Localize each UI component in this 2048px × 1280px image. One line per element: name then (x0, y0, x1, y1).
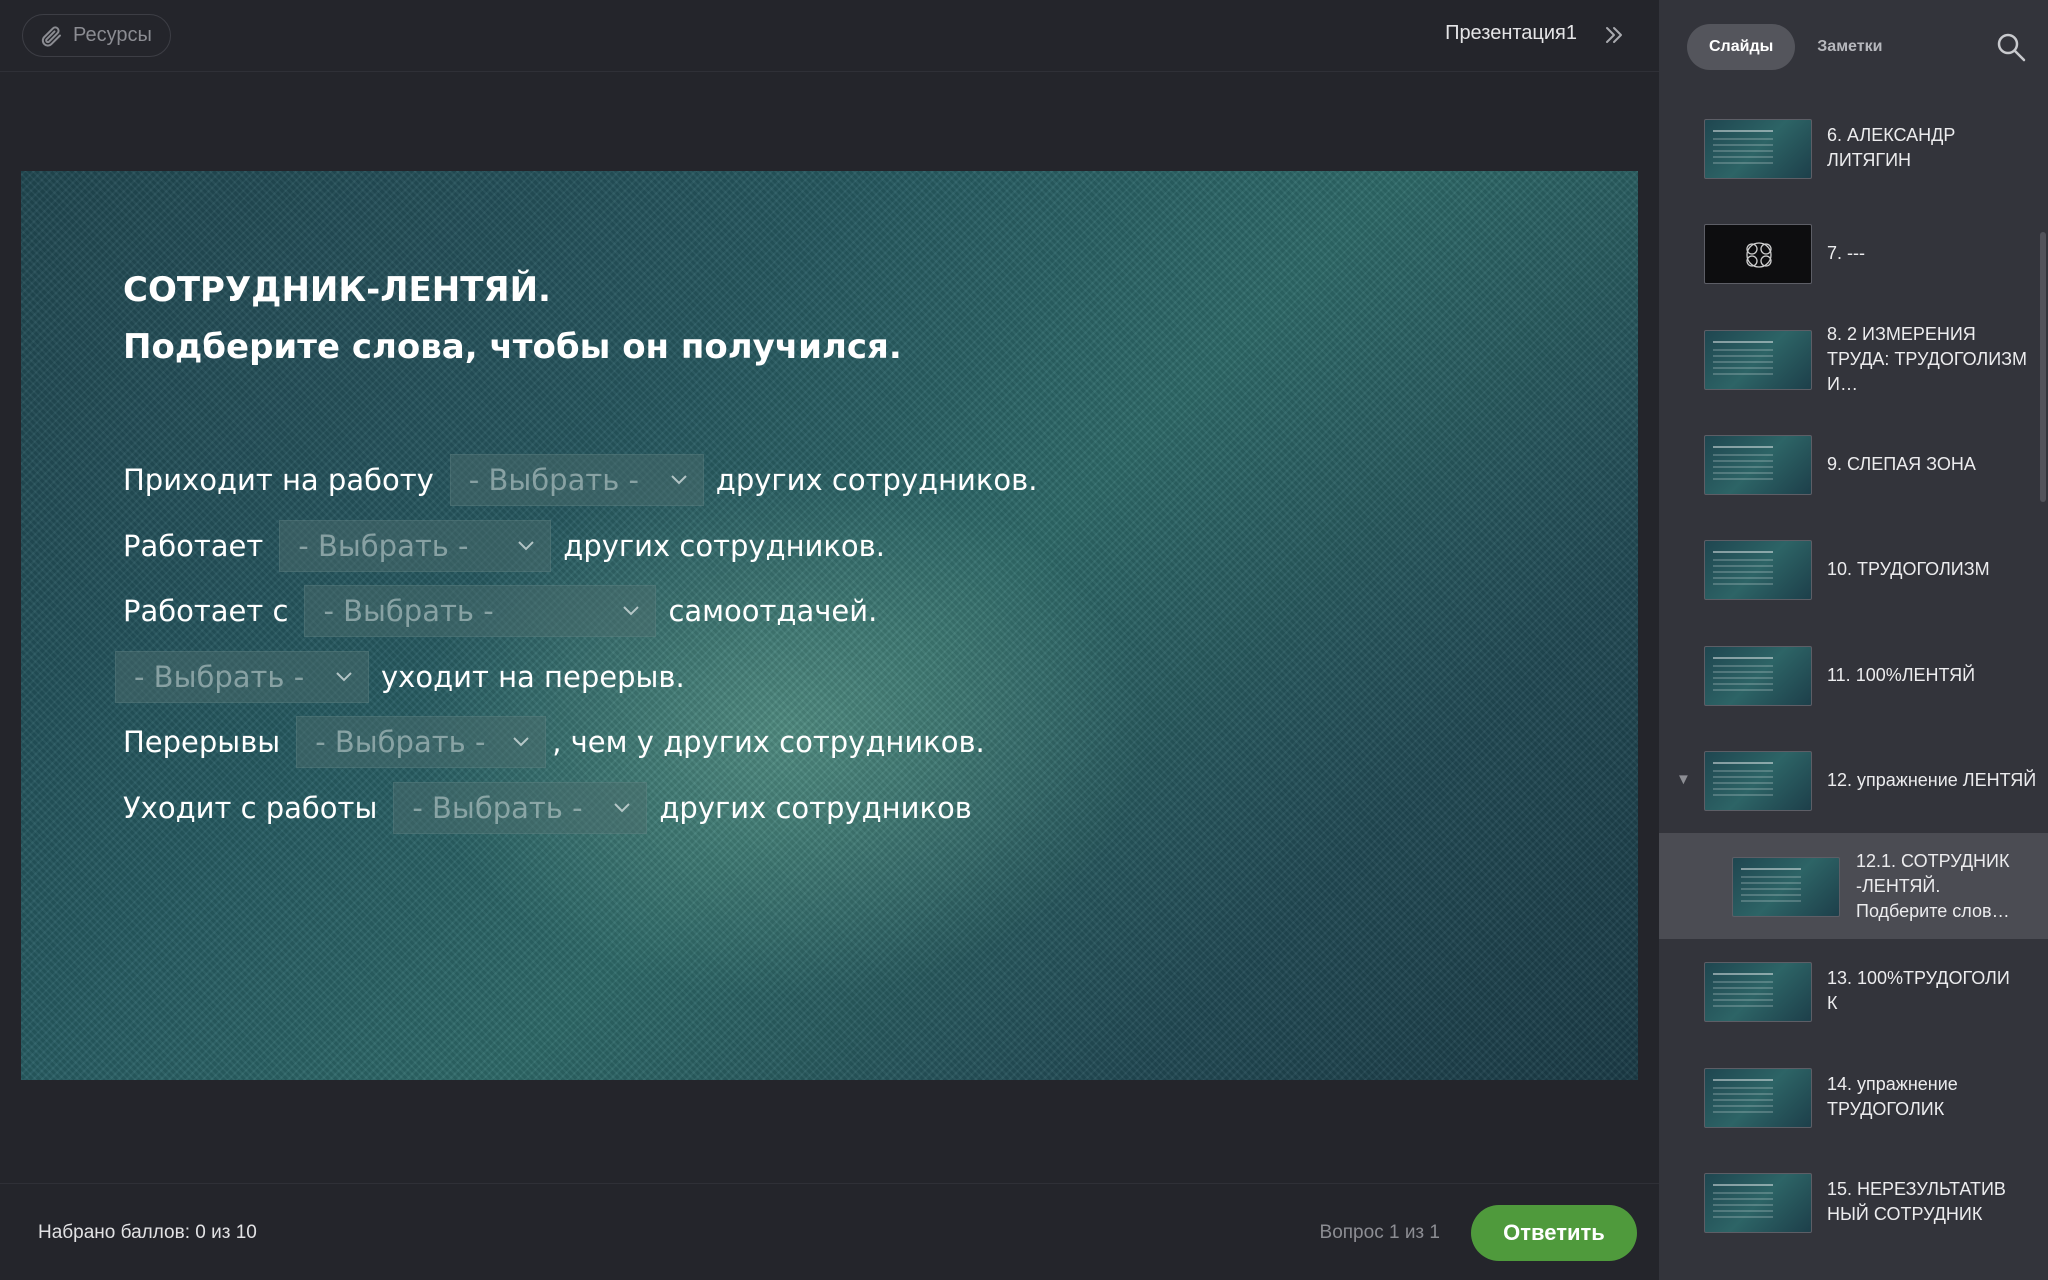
sidebar-item-label: 14. упражнение ТРУДОГОЛИК (1827, 1074, 1958, 1119)
player-main: Ресурсы Презентация1 СОТРУДНИК-ЛЕНТЯЙ. П… (0, 0, 1659, 1280)
sidebar-item-slide-9[interactable]: 9. СЛЕПАЯ ЗОНА (1659, 411, 2048, 517)
sidebar-item-slide-13[interactable]: 13. 100%ТРУДОГОЛИ К (1659, 938, 2048, 1044)
sidebar-item-label: 7. --- (1827, 242, 1865, 263)
sentence-text-after: , чем у других сотрудников. (552, 725, 985, 759)
sidebar-tabs: Слайды Заметки (1687, 24, 1904, 70)
slide-thumbnail (1732, 857, 1840, 917)
search-icon[interactable] (1994, 30, 2028, 64)
answer-dropdown-3[interactable]: - Выбрать - (304, 585, 657, 637)
sidebar-item-slide-10[interactable]: 10. ТРУДОГОЛИЗМ (1659, 516, 2048, 622)
sentence-text-after: других сотрудников. (715, 463, 1038, 497)
sidebar-scrollbar[interactable] (2040, 232, 2046, 502)
sidebar-item-label: 6. АЛЕКСАНДР ЛИТЯГИН (1827, 125, 1956, 170)
top-bar: Ресурсы Презентация1 (0, 0, 1659, 72)
sidebar-item-slide-6[interactable]: 6. АЛЕКСАНДР ЛИТЯГИН (1659, 95, 2048, 201)
dropdown-placeholder: - Выбрать - (468, 463, 640, 497)
dropdown-placeholder: - Выбрать - (412, 791, 583, 825)
sidebar-item-label-line: НЫЙ СОТРУДНИК (1827, 1204, 1983, 1224)
chevron-down-icon (332, 665, 356, 689)
slide-thumbnail (1704, 330, 1812, 390)
answer-dropdown-5[interactable]: - Выбрать - (296, 716, 547, 768)
sentence-3: Работает с - Выбрать - самоотдачей. (123, 585, 878, 637)
slide-thumbnail (1704, 1068, 1812, 1128)
slides-sidebar: Слайды Заметки 6. АЛЕКСАНДР ЛИТЯГИН 7. -… (1659, 0, 2048, 1280)
sentence-1: Приходит на работу - Выбрать - других со… (123, 454, 1038, 506)
chevron-down-icon (619, 599, 643, 623)
tab-slides[interactable]: Слайды (1687, 24, 1796, 70)
dropdown-placeholder: - Выбрать - (315, 725, 486, 759)
submit-button[interactable]: Ответить (1471, 1205, 1637, 1261)
sentence-5: Перерывы - Выбрать - , чем у других сотр… (123, 716, 985, 768)
sidebar-item-slide-12[interactable]: ▼ 12. упражнение ЛЕНТЯЙ (1659, 727, 2048, 833)
bottom-bar: Набрано баллов: 0 из 10 Вопрос 1 из 1 От… (0, 1183, 1659, 1280)
sidebar-item-label-line: 12.1. СОТРУДНИК (1856, 850, 2010, 871)
sidebar-item-label: 9. СЛЕПАЯ ЗОНА (1827, 453, 1976, 474)
sidebar-item-label: 15. НЕРЕЗУЛЬТАТИВ НЫЙ СОТРУДНИК (1827, 1149, 2037, 1255)
slide-thumbnail (1704, 540, 1812, 600)
slide-thumbnail (1704, 435, 1812, 495)
presentation-title: Презентация1 (1445, 22, 1577, 44)
sidebar-item-label: 13. 100%ТРУДОГОЛИ К (1827, 938, 2037, 1044)
sidebar-item-label: 12. упражнение ЛЕНТЯЙ (1827, 769, 2037, 790)
answer-dropdown-4[interactable]: - Выбрать - (115, 651, 369, 703)
sidebar-item-slide-15[interactable]: 15. НЕРЕЗУЛЬТАТИВ НЫЙ СОТРУДНИК (1659, 1149, 2048, 1255)
sentence-text-after: самоотдачей. (668, 594, 878, 628)
sidebar-item-label-line: 15. НЕРЕЗУЛЬТАТИВ (1827, 1179, 2006, 1199)
tab-notes[interactable]: Заметки (1795, 24, 1904, 70)
sidebar-item-label: 11. 100%ЛЕНТЯЙ (1827, 664, 1976, 685)
sidebar-item-slide-8[interactable]: 8. 2 ИЗМЕРЕНИЯ ТРУДА: ТРУДОГОЛИЗМ И… (1659, 306, 2048, 412)
sidebar-item-label-line: 13. 100%ТРУДОГОЛИ (1827, 968, 2010, 988)
slide-thumbnail (1704, 962, 1812, 1022)
collapse-sidebar-icon[interactable] (1599, 20, 1629, 50)
expand-caret-icon[interactable]: ▼ (1676, 771, 1692, 788)
answer-dropdown-2[interactable]: - Выбрать - (279, 520, 552, 572)
sidebar-item-slide-7[interactable]: 7. --- (1659, 200, 2048, 306)
sentence-text-before: Перерывы (123, 725, 281, 759)
sentence-4: - Выбрать - уходит на перерыв. (115, 651, 685, 703)
question-counter: Вопрос 1 из 1 (1319, 1222, 1440, 1243)
resources-button[interactable]: Ресурсы (22, 14, 171, 57)
slide-thumbnail (1704, 1173, 1812, 1233)
slide-canvas: СОТРУДНИК-ЛЕНТЯЙ. Подберите слова, чтобы… (21, 171, 1638, 1080)
chevron-down-icon (509, 730, 533, 754)
sidebar-item-slide-12-1[interactable]: 12.1. СОТРУДНИК -ЛЕНТЯЙ. Подберите слов… (1659, 833, 2048, 939)
resources-label: Ресурсы (73, 24, 152, 46)
chevron-down-icon (667, 468, 691, 492)
sentence-text-after: других сотрудников (659, 791, 972, 825)
slide-thumbnail (1704, 224, 1812, 284)
answer-dropdown-1[interactable]: - Выбрать - (449, 454, 704, 506)
sentence-text-after: других сотрудников. (563, 529, 885, 563)
sidebar-item-label-line: -ЛЕНТЯЙ. (1856, 875, 1941, 896)
slide-title-line2: Подберите слова, чтобы он получился. (123, 327, 902, 367)
sidebar-item-label: 10. ТРУДОГОЛИЗМ (1827, 558, 1990, 579)
sidebar-item-label-line: К (1827, 993, 1838, 1013)
score-text: Набрано баллов: 0 из 10 (38, 1222, 257, 1243)
chevron-down-icon (610, 796, 634, 820)
sentence-2: Работает - Выбрать - других сотрудников. (123, 520, 885, 572)
slide-title-line1: СОТРУДНИК-ЛЕНТЯЙ. (123, 270, 551, 310)
sidebar-item-label-line: Подберите слов… (1856, 900, 2010, 921)
sidebar-item-label: 12.1. СОТРУДНИК -ЛЕНТЯЙ. Подберите слов… (1856, 833, 2042, 939)
dropdown-placeholder: - Выбрать - (323, 594, 494, 628)
sidebar-item-slide-11[interactable]: 11. 100%ЛЕНТЯЙ (1659, 622, 2048, 728)
sidebar-item-label: 8. 2 ИЗМЕРЕНИЯ ТРУДА: ТРУДОГОЛИЗМ И… (1827, 323, 2028, 394)
dropdown-placeholder: - Выбрать - (298, 529, 469, 563)
paperclip-icon (37, 22, 65, 50)
answer-dropdown-6[interactable]: - Выбрать - (393, 782, 648, 834)
sentence-6: Уходит с работы - Выбрать - других сотру… (123, 782, 972, 834)
slide-thumbnail (1704, 751, 1812, 811)
sentence-text-before: Работает (123, 529, 264, 563)
slide-title: СОТРУДНИК-ЛЕНТЯЙ. Подберите слова, чтобы… (123, 262, 902, 376)
sentence-text-after: уходит на перерыв. (381, 660, 685, 694)
slide-thumbnail (1704, 646, 1812, 706)
sidebar-item-slide-14[interactable]: 14. упражнение ТРУДОГОЛИК (1659, 1044, 2048, 1150)
chevron-down-icon (514, 534, 538, 558)
dropdown-placeholder: - Выбрать - (134, 660, 305, 694)
sentence-text-before: Работает с (123, 594, 289, 628)
sentence-text-before: Приходит на работу (123, 463, 434, 497)
slide-thumbnail (1704, 119, 1812, 179)
sentence-text-before: Уходит с работы (123, 791, 378, 825)
